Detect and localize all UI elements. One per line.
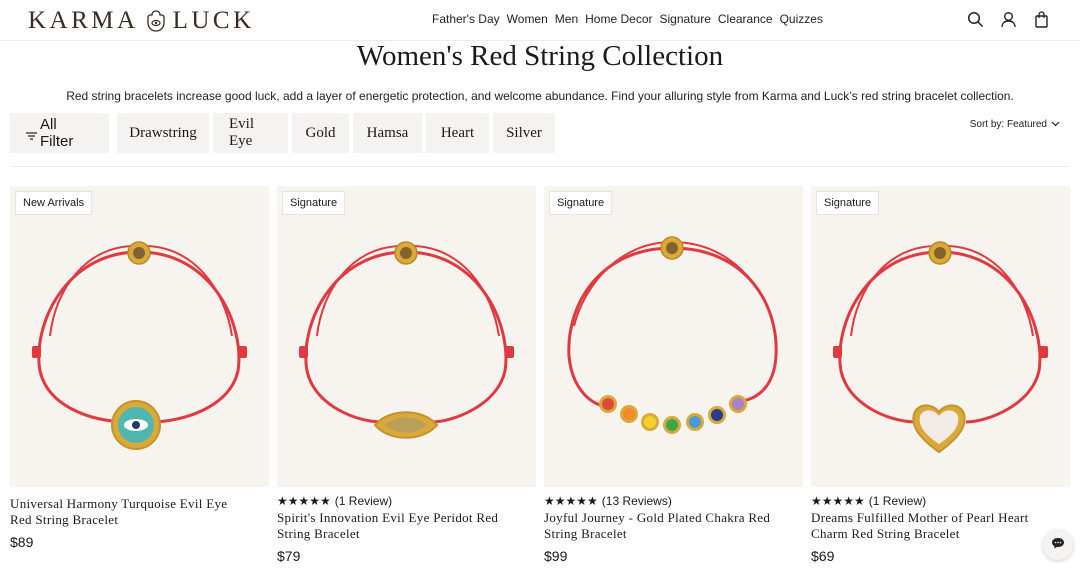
filter-chip-gold[interactable]: Gold [292,113,349,153]
sort-label: Sort by: Featured [969,119,1047,130]
rating-stars: ★★★★★ [811,494,865,508]
filter-chip-heart[interactable]: Heart [426,113,489,153]
all-filter-label: All Filter [40,116,74,150]
product-price: $89 [10,534,34,550]
chevron-down-icon [1051,119,1060,130]
sort-dropdown[interactable]: Sort by: Featured [970,119,1060,130]
logo-text-left: KARMA [28,7,139,34]
product-badge: Signature [282,191,346,215]
product-price: $79 [277,548,301,564]
product-name-line: Joyful Journey - Gold Plated Chakra Red [544,510,771,525]
review-count: (13 Reviews) [601,494,672,508]
product-badge: Signature [549,191,613,215]
product-name-line: Spirit's Innovation Evil Eye Peridot Red [277,510,499,525]
product-name[interactable]: Universal Harmony Turquoise Evil Eye Red… [10,496,269,528]
nav-item-home-decor[interactable]: Home Decor [585,12,652,26]
product-name[interactable]: Dreams Fulfilled Mother of Pearl Heart C… [811,510,1070,542]
product-name-line: Universal Harmony Turquoise Evil Eye [10,496,228,511]
filter-chip-drawstring[interactable]: Drawstring [117,113,209,153]
product-name-line: String Bracelet [544,526,627,541]
hamsa-logo-icon [145,9,167,33]
page-subtitle: Red string bracelets increase good luck,… [66,89,1014,103]
product-name-line: Charm Red String Bracelet [811,526,960,541]
product-name-line: Red String Bracelet [10,512,119,527]
nav-item-women[interactable]: Women [507,12,548,26]
search-icon[interactable] [967,11,984,28]
product-name-line: String Bracelet [277,526,360,541]
chat-button[interactable] [1043,530,1073,560]
nav-item-clearance[interactable]: Clearance [718,12,773,26]
logo-text-right: LUCK [172,7,255,34]
product-image[interactable]: Signature [544,186,803,487]
filter-icon [26,128,37,140]
product-price: $69 [811,548,835,564]
product-rating[interactable]: ★★★★★ (1 Review) [811,494,1070,508]
product-badge: Signature [816,191,880,215]
product-card[interactable]: Signature ★★★★★ (1 Review) Dreams Fulfil… [811,186,1070,564]
account-icon[interactable] [1000,11,1017,28]
product-image[interactable]: Signature [277,186,536,487]
header-icons [967,11,1050,28]
product-name-line: Dreams Fulfilled Mother of Pearl Heart [811,510,1029,525]
review-count: (1 Review) [868,494,927,508]
main-nav: Father's Day Women Men Home Decor Signat… [432,12,830,26]
filter-bar: All Filter Drawstring Evil Eye Gold Hams… [10,113,555,153]
site-header: KARMA LUCK Father's Day Women Men Home D… [0,0,1080,41]
product-rating[interactable]: ★★★★★ (1 Review) [277,494,536,508]
rating-stars: ★★★★★ [277,494,331,508]
filter-chip-evil-eye[interactable]: Evil Eye [213,113,288,153]
product-image[interactable]: Signature [811,186,1070,487]
nav-item-quizzes[interactable]: Quizzes [780,12,823,26]
all-filter-button[interactable]: All Filter [10,113,109,153]
chat-icon [1051,536,1065,554]
rating-stars: ★★★★★ [544,494,598,508]
filter-chip-hamsa[interactable]: Hamsa [353,113,422,153]
product-rating[interactable]: ★★★★★ (13 Reviews) [544,494,803,508]
filter-chip-silver[interactable]: Silver [493,113,555,153]
nav-item-fathers-day[interactable]: Father's Day [432,12,500,26]
product-price: $99 [544,548,568,564]
product-badge: New Arrivals [15,191,93,215]
nav-item-men[interactable]: Men [555,12,578,26]
product-image[interactable]: New Arrivals [10,186,269,487]
product-card[interactable]: Signature ★★★★★ (13 Reviews) Joyful Jour… [544,186,803,564]
nav-item-signature[interactable]: Signature [660,12,711,26]
filter-divider [10,166,1070,167]
product-card[interactable]: Signature ★★★★★ (1 Review) Spirit's Inno… [277,186,536,564]
page-title: Women's Red String Collection [356,40,724,72]
review-count: (1 Review) [334,494,393,508]
product-name[interactable]: Spirit's Innovation Evil Eye Peridot Red… [277,510,536,542]
product-card[interactable]: New Arrivals Universal Harmony Turquoise… [10,186,269,550]
product-name[interactable]: Joyful Journey - Gold Plated Chakra Red … [544,510,803,542]
bag-icon[interactable] [1033,11,1050,28]
brand-logo[interactable]: KARMA LUCK [28,7,255,34]
